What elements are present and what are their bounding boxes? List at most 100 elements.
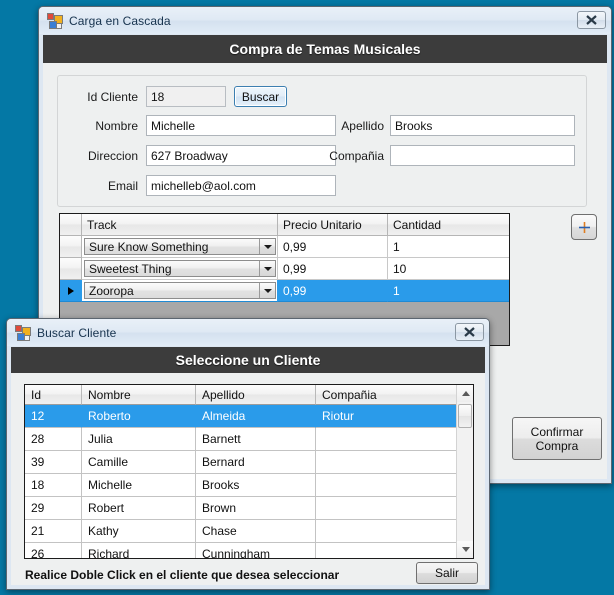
main-banner: Compra de Temas Musicales <box>43 35 607 63</box>
cliente-nombre[interactable]: Camille <box>82 451 196 474</box>
purchase-cell-precio[interactable]: 0,99 <box>278 236 388 258</box>
list-item[interactable]: 26 Richard Cunningham <box>25 543 473 558</box>
cliente-id[interactable]: 26 <box>25 543 82 558</box>
double-click-hint: Realice Doble Click en el cliente que de… <box>25 568 340 582</box>
apellido-input[interactable]: Brooks <box>390 115 575 136</box>
list-item[interactable]: 28 Julia Barnett <box>25 428 473 451</box>
purchase-col-cantidad[interactable]: Cantidad <box>388 214 509 236</box>
cliente-nombre[interactable]: Michelle <box>82 474 196 497</box>
compania-input[interactable] <box>390 145 575 166</box>
cliente-nombre[interactable]: Richard <box>82 543 196 558</box>
track-combobox[interactable]: Zooropa <box>84 282 276 299</box>
track-combobox[interactable]: Sure Know Something <box>84 238 276 255</box>
list-item[interactable]: 12 Roberto Almeida Riotur <box>25 405 473 428</box>
cliente-apellido[interactable]: Brooks <box>196 474 316 497</box>
main-window-title: Carga en Cascada <box>69 13 171 28</box>
purchase-col-track[interactable]: Track <box>82 214 278 236</box>
cliente-apellido[interactable]: Cunningham <box>196 543 316 558</box>
cliente-apellido[interactable]: Bernard <box>196 451 316 474</box>
purchase-cell-cantidad[interactable]: 1 <box>388 280 509 302</box>
cliente-apellido[interactable]: Brown <box>196 497 316 520</box>
clientes-col-nombre[interactable]: Nombre <box>82 385 196 405</box>
cliente-id[interactable]: 39 <box>25 451 82 474</box>
cliente-compania[interactable] <box>316 520 457 543</box>
customer-groupbox: Id Cliente 18 Buscar Nombre Michelle Ape… <box>57 75 587 207</box>
dialog-title: Buscar Cliente <box>37 325 117 340</box>
chevron-down-icon[interactable] <box>259 261 275 276</box>
track-combobox-value: Sweetest Thing <box>89 261 172 276</box>
purchase-col-precio-unitario[interactable]: Precio Unitario <box>278 214 388 236</box>
clientes-datagrid[interactable]: Id Nombre Apellido Compañia 12 Roberto A… <box>24 384 474 559</box>
chevron-down-icon <box>461 547 470 552</box>
cliente-nombre[interactable]: Robert <box>82 497 196 520</box>
clientes-grid-header-row: Id Nombre Apellido Compañia <box>25 385 473 405</box>
cliente-nombre[interactable]: Roberto <box>82 405 196 428</box>
main-window-close-button[interactable] <box>577 11 606 29</box>
table-row[interactable]: Sweetest Thing 0,99 10 <box>60 258 509 280</box>
purchase-row-header-current[interactable] <box>60 280 82 302</box>
cliente-compania[interactable] <box>316 474 457 497</box>
buscar-cliente-dialog: Buscar Cliente Seleccione un Cliente Id … <box>6 318 490 590</box>
clientes-col-apellido[interactable]: Apellido <box>196 385 316 405</box>
purchase-cell-cantidad[interactable]: 1 <box>388 236 509 258</box>
scroll-down-button[interactable] <box>457 541 473 558</box>
cliente-compania[interactable]: Riotur <box>316 405 457 428</box>
add-row-button[interactable] <box>571 214 597 240</box>
table-row[interactable]: Sure Know Something 0,99 1 <box>60 236 509 258</box>
main-window-titlebar[interactable]: Carga en Cascada <box>39 7 611 34</box>
purchase-row-header[interactable] <box>60 236 82 258</box>
confirmar-compra-button[interactable]: Confirmar Compra <box>512 417 602 460</box>
id-cliente-input[interactable]: 18 <box>146 86 226 107</box>
cliente-apellido[interactable]: Almeida <box>196 405 316 428</box>
cliente-compania[interactable] <box>316 543 457 558</box>
purchase-grid-header-row: Track Precio Unitario Cantidad <box>60 214 509 236</box>
list-item[interactable]: 18 Michelle Brooks <box>25 474 473 497</box>
clientes-col-id[interactable]: Id <box>25 385 82 405</box>
salir-button[interactable]: Salir <box>416 562 478 584</box>
table-row[interactable]: Zooropa 0,99 1 <box>60 280 509 302</box>
list-item[interactable]: 21 Kathy Chase <box>25 520 473 543</box>
scroll-up-button[interactable] <box>457 385 473 402</box>
purchase-row-header[interactable] <box>60 258 82 280</box>
chevron-down-icon[interactable] <box>259 283 275 298</box>
cliente-compania[interactable] <box>316 428 457 451</box>
purchase-cell-track[interactable]: Sure Know Something <box>82 236 278 258</box>
cliente-id[interactable]: 21 <box>25 520 82 543</box>
email-input[interactable]: michelleb@aol.com <box>146 175 336 196</box>
purchase-cell-precio[interactable]: 0,99 <box>278 280 388 302</box>
id-cliente-label: Id Cliente <box>87 90 138 104</box>
list-item[interactable]: 29 Robert Brown <box>25 497 473 520</box>
cliente-apellido[interactable]: Chase <box>196 520 316 543</box>
track-combobox[interactable]: Sweetest Thing <box>84 260 276 277</box>
cliente-id[interactable]: 28 <box>25 428 82 451</box>
cliente-id[interactable]: 18 <box>25 474 82 497</box>
purchase-cell-precio[interactable]: 0,99 <box>278 258 388 280</box>
dialog-close-button[interactable] <box>455 323 484 341</box>
buscar-button[interactable]: Buscar <box>234 86 287 107</box>
desktop-background: Carga en Cascada Compra de Temas Musical… <box>0 0 614 595</box>
nombre-label: Nombre <box>95 119 138 133</box>
clientes-col-compania[interactable]: Compañia <box>316 385 457 405</box>
chevron-down-icon[interactable] <box>259 239 275 254</box>
purchase-cell-cantidad[interactable]: 10 <box>388 258 509 280</box>
cliente-apellido[interactable]: Barnett <box>196 428 316 451</box>
purchase-cell-track[interactable]: Zooropa <box>82 280 278 302</box>
cliente-nombre[interactable]: Julia <box>82 428 196 451</box>
track-combobox-value: Sure Know Something <box>89 239 209 254</box>
list-item[interactable]: 39 Camille Bernard <box>25 451 473 474</box>
dialog-client-area: Id Nombre Apellido Compañia 12 Roberto A… <box>11 373 485 585</box>
cliente-id[interactable]: 29 <box>25 497 82 520</box>
cliente-nombre[interactable]: Kathy <box>82 520 196 543</box>
purchase-cell-track[interactable]: Sweetest Thing <box>82 258 278 280</box>
track-combobox-value: Zooropa <box>89 283 134 298</box>
cliente-compania[interactable] <box>316 451 457 474</box>
scrollbar-thumb[interactable] <box>458 404 472 428</box>
current-row-arrow-icon <box>67 286 74 295</box>
cliente-compania[interactable] <box>316 497 457 520</box>
cliente-id[interactable]: 12 <box>25 405 82 428</box>
compania-label: Compañia <box>329 149 384 163</box>
clientes-grid-scrollbar[interactable] <box>456 385 473 558</box>
dialog-titlebar[interactable]: Buscar Cliente <box>7 319 489 346</box>
confirmar-compra-line2: Compra <box>535 438 579 453</box>
email-label: Email <box>107 179 138 193</box>
